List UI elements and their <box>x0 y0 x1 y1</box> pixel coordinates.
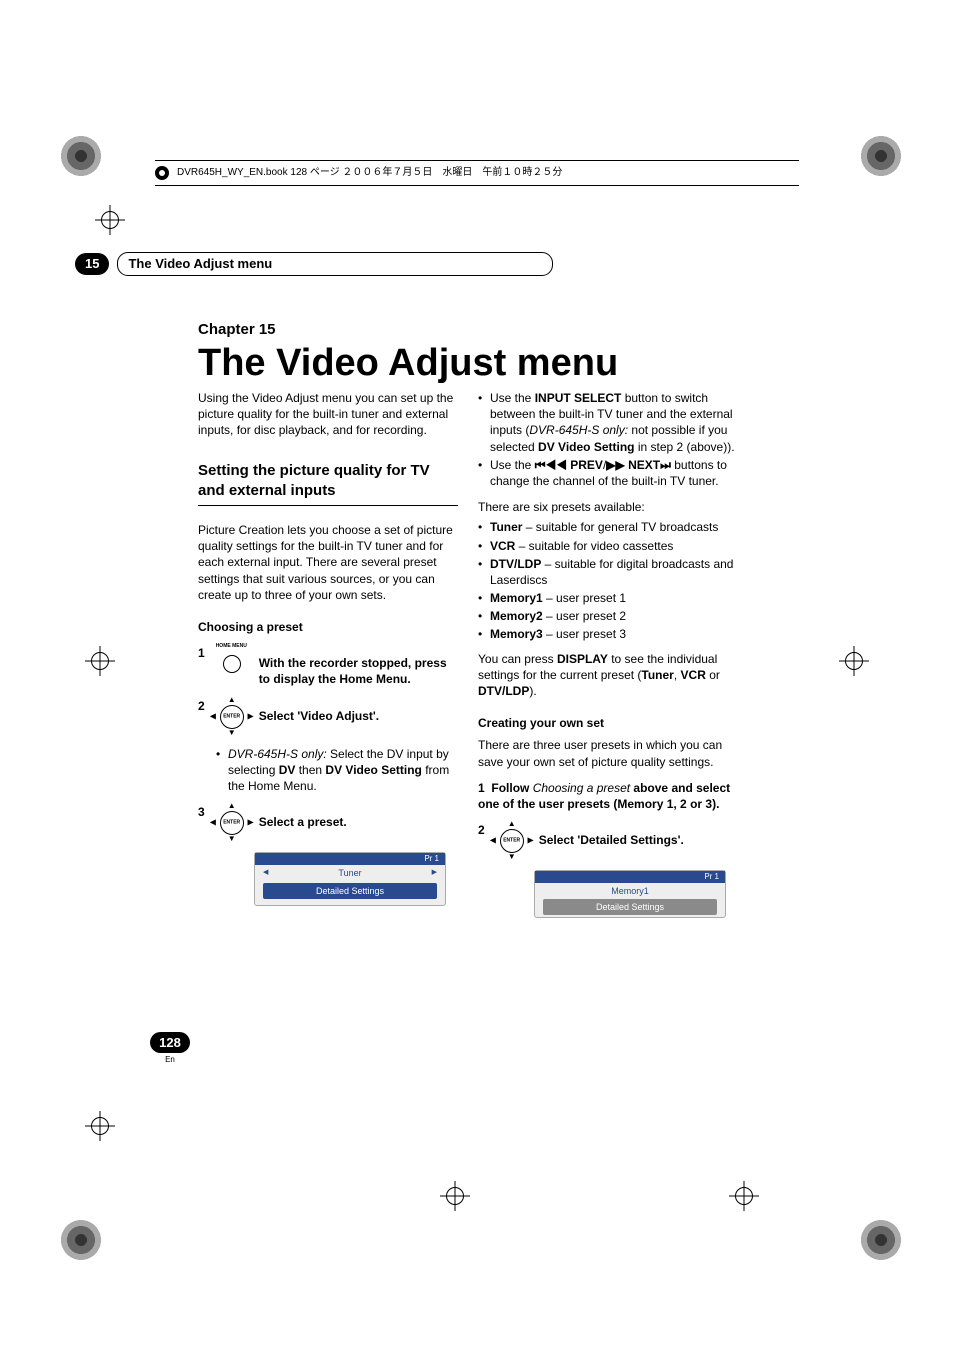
preset-memory2: •Memory2 – user preset 2 <box>478 608 738 624</box>
step-number: 2 <box>478 822 485 838</box>
step-number: 3 <box>198 804 205 820</box>
own-step-1: 1 Follow Choosing a preset above and sel… <box>478 780 738 812</box>
step-text: Select 'Video Adjust'. <box>259 698 458 724</box>
enter-dpad-icon: ENTER ▲▼◀▶ <box>213 804 251 842</box>
register-target-icon <box>95 205 125 235</box>
crop-mark-icon <box>860 135 902 177</box>
picture-body: Picture Creation lets you choose a set o… <box>198 522 458 603</box>
intro-text: Using the Video Adjust menu you can set … <box>198 390 458 439</box>
enter-dpad-icon: ENTER ▲▼◀▶ <box>493 822 531 860</box>
register-target-icon <box>729 1181 759 1211</box>
crop-mark-icon <box>60 135 102 177</box>
section-number: 15 <box>75 253 109 275</box>
book-header: DVR645H_WY_EN.book 128 ページ ２００６年７月５日 水曜日… <box>155 160 799 186</box>
register-target-icon <box>839 646 869 676</box>
step-text: Select a preset. <box>259 804 458 830</box>
bullet-prev-next: •Use the ⏮◀◀ PREV/▶▶ NEXT⏭ buttons to ch… <box>478 457 738 489</box>
step-1: 1 HOME MENU With the recorder stopped, p… <box>198 645 458 687</box>
osd-detailed-settings: Pr 1 Memory1 Detailed Settings <box>534 870 726 918</box>
book-header-text: DVR645H_WY_EN.book 128 ページ ２００６年７月５日 水曜日… <box>177 166 562 180</box>
step-2: 2 ENTER ▲▼◀▶ Select 'Video Adjust'. <box>198 698 458 736</box>
preset-vcr: •VCR – suitable for video cassettes <box>478 538 738 554</box>
heading-picture-quality: Setting the picture quality for TV and e… <box>198 461 458 507</box>
section-title: The Video Adjust menu <box>117 252 553 276</box>
preset-memory3: •Memory3 – user preset 3 <box>478 626 738 642</box>
crop-mark-icon <box>860 1219 902 1261</box>
step-3: 3 ENTER ▲▼◀▶ Select a preset. <box>198 804 458 842</box>
heading-choosing-preset: Choosing a preset <box>198 619 458 635</box>
right-column: •Use the INPUT SELECT button to switch b… <box>478 388 738 918</box>
step-2-note: • DVR-645H-S only: Select the DV input b… <box>216 746 458 795</box>
step-text: Select 'Detailed Settings'. <box>539 822 738 848</box>
step-text: With the recorder stopped, press to disp… <box>259 645 458 687</box>
step-number: 2 <box>198 698 205 714</box>
page-number: 128 En <box>150 1032 190 1066</box>
heading-own-set: Creating your own set <box>478 715 738 731</box>
register-target-icon <box>440 1181 470 1211</box>
preset-tuner: •Tuner – suitable for general TV broadca… <box>478 519 738 535</box>
osd-preset-select: Pr 1 ◀ Tuner ▶ Detailed Settings <box>254 852 446 906</box>
register-target-icon <box>85 1111 115 1141</box>
home-menu-button-icon: HOME MENU <box>213 645 251 683</box>
header-dot-icon <box>155 166 169 180</box>
osd-detailed-settings: Detailed Settings <box>263 883 437 899</box>
step-number: 1 <box>198 645 205 661</box>
own-set-body: There are three user presets in which yo… <box>478 737 738 769</box>
preset-memory1: •Memory1 – user preset 1 <box>478 590 738 606</box>
preset-dtv-ldp: •DTV/LDP – suitable for digital broadcas… <box>478 556 738 588</box>
left-triangle-icon: ◀ <box>263 868 268 877</box>
register-target-icon <box>85 646 115 676</box>
chapter-title: The Video Adjust menu <box>198 338 618 389</box>
display-note: You can press DISPLAY to see the individ… <box>478 651 738 700</box>
bullet-input-select: •Use the INPUT SELECT button to switch b… <box>478 390 738 455</box>
presets-intro: There are six presets available: <box>478 499 738 515</box>
crop-mark-icon <box>60 1219 102 1261</box>
section-header: 15 The Video Adjust menu <box>75 253 774 275</box>
right-triangle-icon: ▶ <box>432 868 437 877</box>
own-step-2: 2 ENTER ▲▼◀▶ Select 'Detailed Settings'. <box>478 822 738 860</box>
enter-dpad-icon: ENTER ▲▼◀▶ <box>213 698 251 736</box>
left-column: Using the Video Adjust menu you can set … <box>198 390 458 906</box>
